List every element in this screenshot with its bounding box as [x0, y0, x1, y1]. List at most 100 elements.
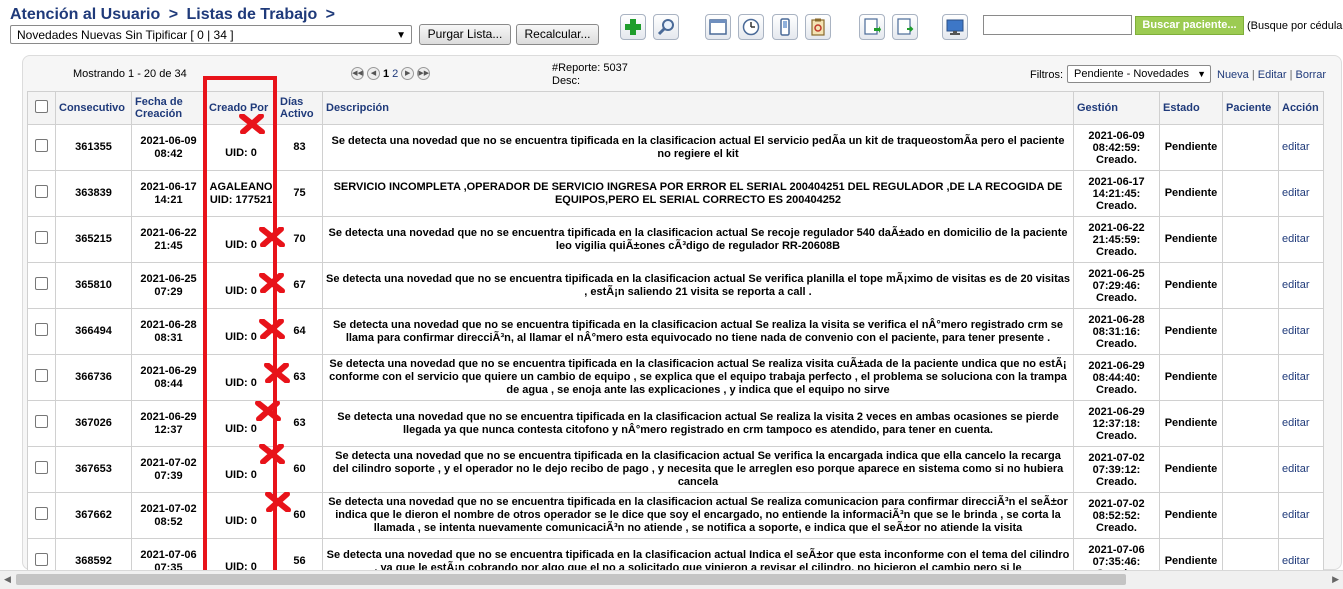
fecha-cell-text: 08:52	[154, 515, 183, 528]
delete-filter-link[interactable]: Borrar	[1296, 69, 1327, 81]
column-gestion[interactable]: Gestión	[1073, 91, 1160, 125]
edit-link[interactable]: editar	[1278, 216, 1324, 263]
checkbox[interactable]	[35, 461, 48, 474]
row-checkbox[interactable]	[27, 262, 56, 309]
table-row[interactable]: 363839 2021-06-17 14:21 AGALEANO UID: 177521…	[27, 170, 1324, 217]
row-checkbox[interactable]	[27, 124, 56, 171]
column-descripcion[interactable]: Descripción	[322, 91, 1074, 125]
column-creado-por[interactable]: Creado Por	[205, 91, 277, 125]
table-row[interactable]: 366494 2021-06-28 08:31 UID: 0 64 Se detecta …	[27, 308, 1324, 355]
breadcrumb-root[interactable]: Atención al Usuario	[10, 6, 160, 23]
edit-link[interactable]: editar	[1278, 262, 1324, 309]
window-icon[interactable]	[705, 14, 731, 40]
fecha-cell: 2021-06-29 12:37	[131, 400, 206, 447]
column-fecha-creacion[interactable]: Fecha de Creación	[131, 91, 206, 125]
clipboard-icon[interactable]	[805, 14, 831, 40]
creado-por-cell: AGALEANO UID: 177521	[205, 170, 277, 217]
clock-icon[interactable]	[738, 14, 764, 40]
column-consecutivo[interactable]: Consecutivo	[55, 91, 132, 125]
table-row[interactable]: 367026 2021-06-29 12:37 UID: 0 63 Se detecta …	[27, 400, 1324, 447]
checkbox[interactable]	[35, 277, 48, 290]
edit-link[interactable]: editar	[1278, 124, 1324, 171]
dias-activo-cell: 67	[276, 262, 323, 309]
device-icon[interactable]	[772, 14, 798, 40]
zoom-icon[interactable]	[653, 14, 679, 40]
edit-link-text[interactable]: editar	[1282, 279, 1320, 292]
edit-link-text[interactable]: editar	[1282, 463, 1320, 476]
checkbox[interactable]	[35, 323, 48, 336]
edit-link-text[interactable]: editar	[1282, 187, 1320, 200]
edit-link-text[interactable]: editar	[1282, 417, 1320, 430]
breadcrumb-current[interactable]: Listas de Trabajo	[187, 6, 318, 23]
last-page-icon[interactable]: ▶▶	[417, 67, 431, 80]
table-row[interactable]: 366736 2021-06-29 08:44 UID: 0 63 Se detecta …	[27, 354, 1324, 401]
row-checkbox[interactable]	[27, 492, 56, 539]
edit-link[interactable]: editar	[1278, 308, 1324, 355]
checkbox[interactable]	[35, 185, 48, 198]
column-paciente[interactable]: Paciente	[1222, 91, 1279, 125]
table-row[interactable]: 367653 2021-07-02 07:39 UID: 0 60 Se detecta …	[27, 446, 1324, 493]
row-checkbox[interactable]	[27, 170, 56, 217]
creado-por-cell-text: UID: 0	[225, 515, 257, 527]
page-1-link[interactable]: 1	[383, 68, 389, 80]
row-checkbox[interactable]	[27, 400, 56, 447]
edit-link[interactable]: editar	[1278, 354, 1324, 401]
search-patient-button[interactable]: Buscar paciente...	[1135, 16, 1244, 35]
column-estado[interactable]: Estado	[1159, 91, 1223, 125]
table-row[interactable]: 365810 2021-06-25 07:29 UID: 0 67 Se detecta …	[27, 262, 1324, 309]
column-dias-activo[interactable]: Días Activo	[276, 91, 323, 125]
scrollbar-thumb[interactable]	[16, 574, 1126, 585]
descripcion-cell-text: Se detecta una novedad que no se encuent…	[329, 358, 1067, 396]
prev-page-icon[interactable]: ◀	[367, 67, 380, 80]
add-icon[interactable]	[620, 14, 646, 40]
fecha-cell-text: 14:21	[154, 193, 183, 206]
checkbox[interactable]	[35, 139, 48, 152]
checkbox[interactable]	[35, 507, 48, 520]
estado-cell: Pendiente	[1159, 308, 1223, 355]
purge-list-button[interactable]: Purgar Lista...	[419, 24, 511, 45]
new-filter-link[interactable]: Nueva	[1217, 69, 1249, 81]
recalculate-button[interactable]: Recalcular...	[516, 24, 599, 45]
table-row[interactable]: 365215 2021-06-22 21:45 UID: 0 70 Se detecta …	[27, 216, 1324, 263]
monitor-icon[interactable]	[942, 14, 968, 40]
import-icon[interactable]	[892, 14, 918, 40]
page-2-link[interactable]: 2	[392, 68, 398, 80]
checkbox[interactable]	[35, 369, 48, 382]
table-row[interactable]: 361355 2021-06-09 08:42 UID: 0 83 Se detecta …	[27, 124, 1324, 171]
first-page-icon[interactable]: ◀◀	[351, 67, 364, 80]
checkbox[interactable]	[35, 553, 48, 566]
edit-link[interactable]: editar	[1278, 492, 1324, 539]
edit-link[interactable]: editar	[1278, 400, 1324, 447]
edit-link-text[interactable]: editar	[1282, 371, 1320, 384]
edit-link[interactable]: editar	[1278, 170, 1324, 217]
scroll-left-icon[interactable]: ◀	[4, 574, 11, 585]
horizontal-scrollbar[interactable]: ◀ ▶	[0, 570, 1343, 589]
table-row[interactable]: 367662 2021-07-02 08:52 UID: 0 60 Se detecta …	[27, 492, 1324, 539]
row-checkbox[interactable]	[27, 216, 56, 263]
column-accion[interactable]: Acción	[1278, 91, 1324, 125]
edit-link-text[interactable]: editar	[1282, 555, 1320, 568]
select-all-checkbox[interactable]	[27, 91, 56, 125]
row-checkbox[interactable]	[27, 354, 56, 401]
creado-por-cell-text	[209, 319, 273, 331]
filter-select[interactable]: Pendiente - Novedades ▼	[1067, 65, 1211, 83]
checkbox[interactable]	[35, 415, 48, 428]
row-checkbox[interactable]	[27, 308, 56, 355]
edit-link-text[interactable]: editar	[1282, 325, 1320, 338]
export-icon[interactable]	[859, 14, 885, 40]
edit-link-text[interactable]: editar	[1282, 141, 1320, 154]
checkbox[interactable]	[35, 100, 48, 113]
paciente-cell-text	[1226, 280, 1275, 292]
edit-link[interactable]: editar	[1278, 446, 1324, 493]
scroll-right-icon[interactable]: ▶	[1332, 574, 1339, 585]
edit-filter-link[interactable]: Editar	[1258, 69, 1287, 81]
patient-search-input[interactable]	[983, 15, 1132, 35]
edit-link-text[interactable]: editar	[1282, 233, 1320, 246]
next-page-icon[interactable]: ▶	[401, 67, 415, 80]
checkbox[interactable]	[35, 231, 48, 244]
edit-link-text[interactable]: editar	[1282, 509, 1320, 522]
consecutivo-cell-text: 366736	[75, 371, 112, 383]
work-list-select[interactable]: Novedades Nuevas Sin Tipificar [ 0 | 34 …	[10, 25, 412, 44]
row-checkbox[interactable]	[27, 446, 56, 493]
paciente-cell	[1222, 308, 1279, 355]
